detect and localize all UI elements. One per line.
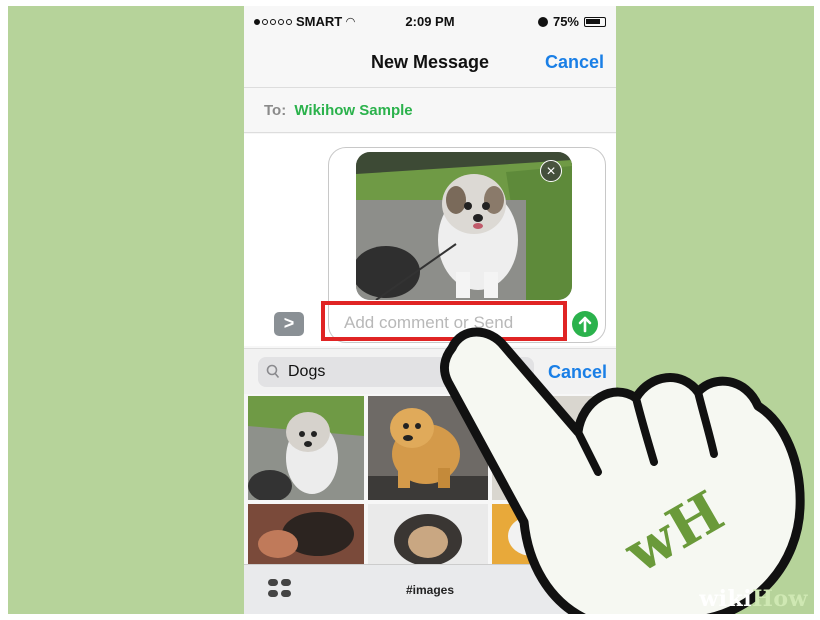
recipient-name[interactable]: Wikihow Sample bbox=[294, 102, 412, 119]
search-query: Dogs bbox=[288, 363, 326, 380]
battery-icon bbox=[584, 16, 606, 27]
remove-attachment-icon[interactable]: × bbox=[540, 160, 562, 182]
to-label: To: bbox=[264, 102, 287, 119]
alarm-icon bbox=[537, 16, 548, 27]
recipient-field[interactable]: To: Wikihow Sample bbox=[244, 89, 616, 133]
status-bar: SMART ◠ 2:09 PM 75% bbox=[244, 6, 616, 34]
pointing-hand-icon: wH bbox=[440, 327, 805, 614]
navigation-bar: New Message Cancel bbox=[244, 36, 616, 88]
illustration-canvas: SMART ◠ 2:09 PM 75% New Message Cancel T… bbox=[8, 6, 814, 614]
expand-apps-button[interactable]: > bbox=[274, 312, 304, 336]
result-image[interactable] bbox=[248, 504, 364, 564]
search-icon bbox=[266, 364, 280, 379]
result-image[interactable] bbox=[248, 396, 364, 500]
status-right: 75% bbox=[537, 14, 606, 29]
cancel-button[interactable]: Cancel bbox=[545, 52, 604, 73]
wikihow-watermark: wikiHow bbox=[699, 586, 808, 612]
battery-percent: 75% bbox=[552, 14, 579, 29]
